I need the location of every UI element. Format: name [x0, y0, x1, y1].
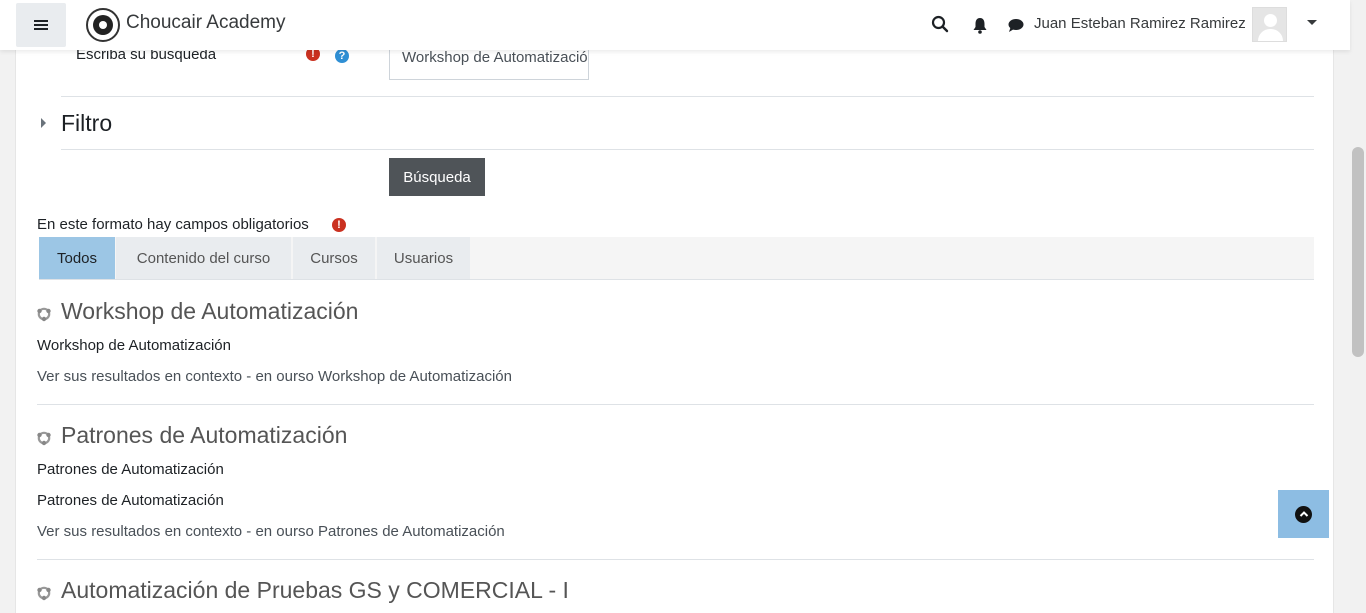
help-icon[interactable]: ? — [335, 49, 349, 63]
result-title-link[interactable]: Workshop de Automatización — [61, 298, 358, 325]
search-icon[interactable] — [930, 14, 950, 34]
required-fields-note: En este formato hay campos obligatorios — [37, 216, 309, 233]
tab-usuarios[interactable]: Usuarios — [377, 237, 471, 279]
filter-section-toggle[interactable]: Filtro — [61, 110, 112, 137]
tab-contenido-del-curso[interactable]: Contenido del curso — [116, 237, 292, 279]
course-icon — [37, 586, 51, 601]
user-menu-caret-icon[interactable] — [1307, 20, 1317, 25]
result-snippet: Patrones de Automatización — [37, 492, 224, 509]
page-scrollbar[interactable] — [1350, 0, 1366, 613]
course-icon — [37, 307, 51, 322]
required-note-text: En este formato hay campos obligatorios — [37, 216, 309, 233]
hamburger-icon — [34, 19, 48, 31]
chat-icon[interactable] — [1006, 15, 1026, 35]
divider — [61, 149, 1314, 150]
main-region: Escriba su búsqueda ! ? Workshop de Auto… — [15, 0, 1334, 613]
site-logo[interactable] — [86, 8, 120, 42]
result-title-link[interactable]: Patrones de Automatización — [61, 422, 347, 449]
bell-icon[interactable] — [970, 15, 990, 35]
course-icon — [37, 431, 51, 446]
required-icon: ! — [332, 218, 346, 232]
search-button[interactable]: Búsqueda — [389, 158, 485, 196]
site-name-link[interactable]: Choucair Academy — [126, 12, 285, 34]
result-context-link[interactable]: Ver sus resultados en contexto - en ours… — [37, 523, 505, 540]
expand-caret-icon[interactable] — [41, 118, 46, 128]
result-snippet: Workshop de Automatización — [37, 337, 231, 354]
search-input[interactable]: Workshop de Automatización — [389, 45, 589, 80]
divider — [37, 404, 1314, 405]
result-title-link[interactable]: Automatización de Pruebas GS y COMERCIAL… — [61, 577, 569, 604]
result-snippet: Patrones de Automatización — [37, 461, 224, 478]
user-name[interactable]: Juan Esteban Ramirez Ramirez — [1034, 15, 1246, 32]
chevron-up-icon — [1295, 505, 1312, 523]
search-area-tabs: Todos Contenido del curso Cursos Usuario… — [39, 237, 1314, 280]
result-context-link[interactable]: Ver sus resultados en contexto - en ours… — [37, 368, 512, 385]
user-avatar[interactable] — [1252, 7, 1287, 42]
tab-cursos[interactable]: Cursos — [293, 237, 376, 279]
back-to-top-button[interactable] — [1278, 490, 1329, 538]
tab-todos[interactable]: Todos — [39, 237, 116, 279]
menu-toggle-button[interactable] — [16, 3, 66, 47]
divider — [61, 96, 1314, 97]
top-navbar: Choucair Academy Juan Esteban Ramirez Ra… — [0, 0, 1350, 50]
scrollbar-thumb[interactable] — [1352, 147, 1364, 357]
divider — [37, 559, 1314, 560]
